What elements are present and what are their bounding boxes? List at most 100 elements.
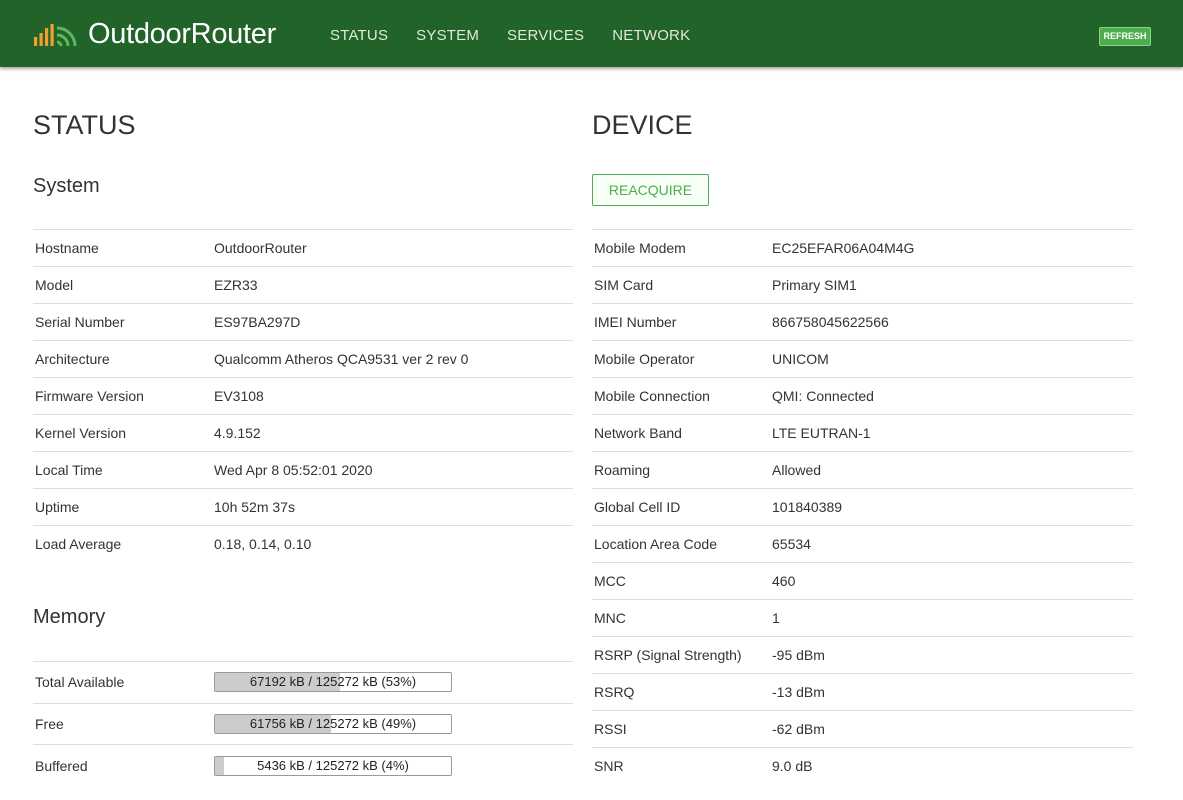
refresh-button[interactable]: REFRESH (1099, 27, 1151, 46)
table-row: MCC 460 (592, 562, 1133, 600)
memory-progress-bar: 61756 kB / 125272 kB (49%) (214, 713, 452, 734)
row-value: EC25EFAR06A04M4G (770, 229, 1133, 267)
row-label: MNC (592, 599, 770, 637)
row-value: OutdoorRouter (212, 229, 573, 267)
row-label: Kernel Version (33, 414, 212, 452)
row-label: Firmware Version (33, 377, 212, 415)
table-row: Uptime 10h 52m 37s (33, 488, 573, 526)
row-value: 460 (770, 562, 1133, 600)
table-row: RSRQ -13 dBm (592, 673, 1133, 711)
brand[interactable]: OutdoorRouter (32, 16, 276, 52)
memory-heading: Memory (33, 606, 106, 628)
reacquire-button[interactable]: REACQUIRE (592, 174, 709, 206)
row-label: Hostname (33, 229, 212, 267)
row-label: Location Area Code (592, 525, 770, 563)
device-title: DEVICE (592, 110, 693, 140)
table-row: Mobile Connection QMI: Connected (592, 377, 1133, 415)
progress-text: 67192 kB / 125272 kB (53%) (249, 674, 417, 690)
row-label: Mobile Operator (592, 340, 770, 378)
row-value: ES97BA297D (212, 303, 573, 341)
row-label: Model (33, 266, 212, 304)
table-row: Network Band LTE EUTRAN-1 (592, 414, 1133, 452)
table-row: Location Area Code 65534 (592, 525, 1133, 563)
table-row: RSSI -62 dBm (592, 710, 1133, 748)
table-row: Model EZR33 (33, 266, 573, 304)
row-value: LTE EUTRAN-1 (770, 414, 1133, 452)
top-navbar: OutdoorRouter STATUS SYSTEM SERVICES NET… (0, 0, 1183, 67)
row-value: 9.0 dB (770, 747, 1133, 785)
table-row: Local Time Wed Apr 8 05:52:01 2020 (33, 451, 573, 489)
row-label: SNR (592, 747, 770, 785)
row-label: Buffered (33, 744, 212, 786)
system-heading: System (33, 175, 100, 197)
device-table: Mobile Modem EC25EFAR06A04M4G SIM Card Pri… (592, 229, 1133, 785)
row-label: Uptime (33, 488, 212, 526)
row-label: Load Average (33, 525, 212, 563)
row-label: Network Band (592, 414, 770, 452)
row-value: Qualcomm Atheros QCA9531 ver 2 rev 0 (212, 340, 573, 378)
row-value: 0.18, 0.14, 0.10 (212, 525, 573, 563)
row-label: SIM Card (592, 266, 770, 304)
table-row: Mobile Modem EC25EFAR06A04M4G (592, 229, 1133, 267)
row-value: EV3108 (212, 377, 573, 415)
nav-system[interactable]: SYSTEM (416, 27, 479, 44)
table-row: Hostname OutdoorRouter (33, 229, 573, 267)
table-row: Serial Number ES97BA297D (33, 303, 573, 341)
row-value: 101840389 (770, 488, 1133, 526)
table-row: Firmware Version EV3108 (33, 377, 573, 415)
memory-progress-bar: 5436 kB / 125272 kB (4%) (214, 755, 452, 776)
table-row: RSRP (Signal Strength) -95 dBm (592, 636, 1133, 674)
row-label: Roaming (592, 451, 770, 489)
signal-bars-wifi-icon (34, 24, 77, 47)
progress-text: 61756 kB / 125272 kB (49%) (249, 715, 417, 731)
row-label: Global Cell ID (592, 488, 770, 526)
table-row: Roaming Allowed (592, 451, 1133, 489)
memory-progress-bar: 67192 kB / 125272 kB (53%) (214, 672, 452, 693)
table-row: SNR 9.0 dB (592, 747, 1133, 785)
row-label: RSSI (592, 710, 770, 748)
row-label: Serial Number (33, 303, 212, 341)
table-row: Load Average 0.18, 0.14, 0.10 (33, 525, 573, 563)
memory-table: Total Available 67192 kB / 125272 kB (53… (33, 661, 573, 786)
row-label: Mobile Modem (592, 229, 770, 267)
row-value: Allowed (770, 451, 1133, 489)
table-row: Free 61756 kB / 125272 kB (49%) (33, 702, 573, 745)
row-value: 10h 52m 37s (212, 488, 573, 526)
row-value: Primary SIM1 (770, 266, 1133, 304)
brand-name: OutdoorRouter (88, 17, 276, 50)
row-value: 1 (770, 599, 1133, 637)
table-row: MNC 1 (592, 599, 1133, 637)
main-nav: STATUS SYSTEM SERVICES NETWORK (330, 27, 718, 44)
table-row: Mobile Operator UNICOM (592, 340, 1133, 378)
row-value: UNICOM (770, 340, 1133, 378)
row-value: 866758045622566 (770, 303, 1133, 341)
row-label: Mobile Connection (592, 377, 770, 415)
table-row: IMEI Number 866758045622566 (592, 303, 1133, 341)
row-value: QMI: Connected (770, 377, 1133, 415)
row-label: IMEI Number (592, 303, 770, 341)
row-value: -95 dBm (770, 636, 1133, 674)
row-label: Local Time (33, 451, 212, 489)
row-label: Total Available (33, 661, 212, 703)
table-row: Kernel Version 4.9.152 (33, 414, 573, 452)
row-label: Free (33, 702, 212, 745)
system-table: Hostname OutdoorRouter Model EZR33 Serial … (33, 229, 573, 563)
table-row: Global Cell ID 101840389 (592, 488, 1133, 526)
row-value: -13 dBm (770, 673, 1133, 711)
row-label: MCC (592, 562, 770, 600)
row-label: RSRP (Signal Strength) (592, 636, 770, 674)
nav-status[interactable]: STATUS (330, 27, 388, 44)
progress-text: 5436 kB / 125272 kB (4%) (257, 757, 409, 773)
row-value: 4.9.152 (212, 414, 573, 452)
table-row: Buffered 5436 kB / 125272 kB (4%) (33, 744, 573, 786)
row-value: -62 dBm (770, 710, 1133, 748)
row-value: 65534 (770, 525, 1133, 563)
table-row: Total Available 67192 kB / 125272 kB (53… (33, 661, 573, 703)
status-title: STATUS (33, 110, 136, 140)
row-value: EZR33 (212, 266, 573, 304)
table-row: SIM Card Primary SIM1 (592, 266, 1133, 304)
nav-services[interactable]: SERVICES (507, 27, 584, 44)
nav-network[interactable]: NETWORK (612, 27, 690, 44)
row-label: Architecture (33, 340, 212, 378)
row-value: Wed Apr 8 05:52:01 2020 (212, 451, 573, 489)
